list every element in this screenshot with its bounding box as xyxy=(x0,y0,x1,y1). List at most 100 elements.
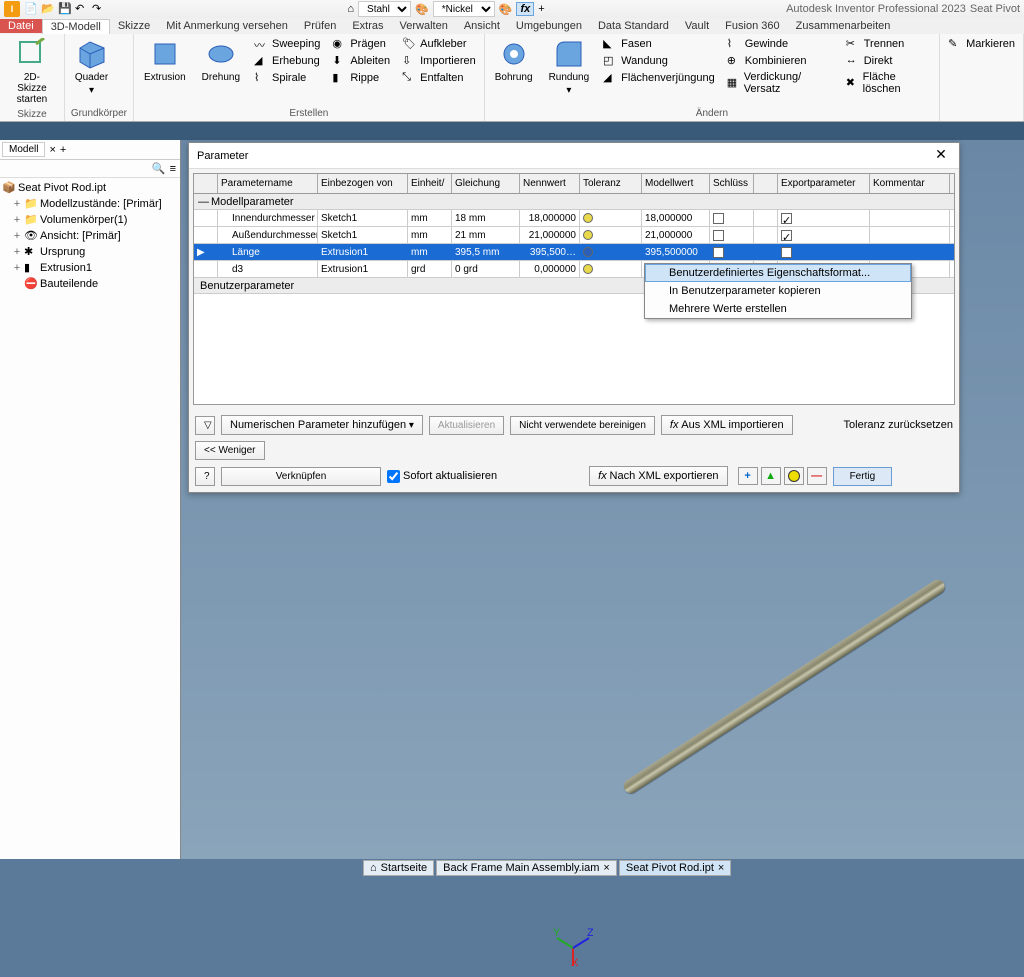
tree-origin[interactable]: +✱Ursprung xyxy=(2,244,178,260)
model-rod[interactable] xyxy=(621,577,1024,977)
coil-button[interactable]: ⌇Spirale xyxy=(252,70,322,86)
doc-tab-assembly[interactable]: Back Frame Main Assembly.iam× xyxy=(436,860,617,876)
close-tab-icon[interactable]: × xyxy=(49,144,55,156)
decal-button[interactable]: 🏷Aufkleber xyxy=(400,36,478,52)
col-modelvalue[interactable]: Modellwert xyxy=(642,174,710,193)
close-icon[interactable]: × xyxy=(603,862,609,874)
home-icon[interactable]: ⌂ xyxy=(347,3,354,15)
tree-solid-bodies[interactable]: +📁Volumenkörper(1) xyxy=(2,212,178,228)
thread-button[interactable]: ⌇Gewinde xyxy=(725,36,836,52)
doc-tab-part[interactable]: Seat Pivot Rod.ipt× xyxy=(619,860,732,876)
redo-icon[interactable]: ↷ xyxy=(92,2,106,16)
param-row[interactable]: InnendurchmesserSketch1mm18 mm18,0000001… xyxy=(194,210,954,227)
tree-extrusion1[interactable]: +▮Extrusion1 xyxy=(2,260,178,276)
col-export-icon[interactable] xyxy=(754,174,778,193)
cm-make-multi-value[interactable]: Mehrere Werte erstellen xyxy=(645,300,911,318)
tab-view[interactable]: Ansicht xyxy=(456,19,508,33)
filter-button[interactable]: ▽ xyxy=(195,416,215,435)
tab-environments[interactable]: Umgebungen xyxy=(508,19,590,33)
less-button[interactable]: << Weniger xyxy=(195,441,265,460)
col-equation[interactable]: Gleichung xyxy=(452,174,520,193)
done-button[interactable]: Fertig xyxy=(833,467,893,486)
section-model-params[interactable]: —Modellparameter xyxy=(194,194,954,210)
col-exportparam[interactable]: Exportparameter xyxy=(778,174,870,193)
box-button[interactable]: Quader▾ xyxy=(71,36,112,98)
tol-circle-icon[interactable] xyxy=(784,467,804,485)
tab-vault[interactable]: Vault xyxy=(677,19,717,33)
hole-button[interactable]: Bohrung xyxy=(491,36,537,85)
browser-tab-model[interactable]: Modell xyxy=(2,142,45,157)
tol-minus-icon[interactable]: — xyxy=(807,467,827,485)
color-swatch-icon-2[interactable]: 🎨 xyxy=(499,3,513,16)
rib-button[interactable]: ▮Rippe xyxy=(330,70,392,86)
tol-plus-icon[interactable]: + xyxy=(738,467,758,485)
emboss-button[interactable]: ◉Prägen xyxy=(330,36,392,52)
tab-data-standard[interactable]: Data Standard xyxy=(590,19,677,33)
tab-3d-model[interactable]: 3D-Modell xyxy=(42,19,110,34)
extrude-button[interactable]: Extrusion xyxy=(140,36,190,85)
tab-file[interactable]: Datei xyxy=(0,19,42,33)
chamfer-button[interactable]: ◣Fasen xyxy=(601,36,717,52)
help-button[interactable]: ? xyxy=(195,467,215,486)
search-icon[interactable]: 🔍 xyxy=(152,162,166,175)
col-nominal[interactable]: Nennwert xyxy=(520,174,580,193)
plus-icon[interactable]: + xyxy=(538,3,544,15)
tab-collaborate[interactable]: Zusammenarbeiten xyxy=(788,19,899,33)
col-unit[interactable]: Einheit/ xyxy=(408,174,452,193)
export-xml-button[interactable]: fx Nach XML exportieren xyxy=(589,466,727,486)
delete-face-button[interactable]: ✖Fläche löschen xyxy=(844,70,933,96)
fillet-button[interactable]: Rundung▾ xyxy=(545,36,594,98)
tree-view[interactable]: +👁Ansicht: [Primär] xyxy=(2,228,178,244)
sweep-button[interactable]: 〰Sweeping xyxy=(252,36,322,52)
dialog-close-button[interactable]: ✕ xyxy=(931,146,951,166)
tree-root[interactable]: 📦Seat Pivot Rod.ipt xyxy=(2,180,178,196)
new-icon[interactable]: 📄 xyxy=(24,2,38,16)
fx-parameters-button[interactable]: fx xyxy=(516,2,534,16)
draft-button[interactable]: ◢Flächenverjüngung xyxy=(601,70,717,86)
tab-manage[interactable]: Verwalten xyxy=(392,19,456,33)
col-parametername[interactable]: Parametername xyxy=(218,174,318,193)
import-xml-button[interactable]: fx Aus XML importieren xyxy=(661,415,793,435)
thicken-button[interactable]: ▦Verdickung/ Versatz xyxy=(725,70,836,96)
loft-button[interactable]: ◢Erhebung xyxy=(252,53,322,69)
tab-annotate[interactable]: Mit Anmerkung versehen xyxy=(158,19,296,33)
auto-refresh-checkbox[interactable]: Sofort aktualisieren xyxy=(387,470,497,483)
doc-tab-home[interactable]: ⌂Startseite xyxy=(363,860,434,876)
material-dropdown-1[interactable]: Stahl xyxy=(358,1,411,17)
mark-button[interactable]: ✎Markieren xyxy=(946,36,1017,52)
material-dropdown-2[interactable]: *Nickel xyxy=(433,1,495,17)
refresh-button[interactable]: Aktualisieren xyxy=(429,416,504,435)
param-row[interactable]: AußendurchmesserSketch1mm21 mm21,0000002… xyxy=(194,227,954,244)
revolve-button[interactable]: Drehung xyxy=(198,36,244,85)
combine-button[interactable]: ⊕Kombinieren xyxy=(725,53,836,69)
save-icon[interactable]: 💾 xyxy=(58,2,72,16)
open-icon[interactable]: 📂 xyxy=(41,2,55,16)
start-2d-sketch-button[interactable]: 2D-Skizze starten xyxy=(6,36,58,107)
purge-unused-button[interactable]: Nicht verwendete bereinigen xyxy=(510,416,655,435)
close-icon[interactable]: × xyxy=(718,862,724,874)
split-button[interactable]: ✂Trennen xyxy=(844,36,933,52)
link-button[interactable]: Verknüpfen xyxy=(221,467,381,486)
param-row[interactable]: ▶LängeExtrusion1mm395,5 mm395,500…395,50… xyxy=(194,244,954,261)
tab-fusion360[interactable]: Fusion 360 xyxy=(717,19,787,33)
cm-custom-property-format[interactable]: Benutzerdefiniertes Eigenschaftsformat..… xyxy=(645,264,911,282)
tab-tools[interactable]: Extras xyxy=(344,19,391,33)
col-comment[interactable]: Kommentar xyxy=(870,174,950,193)
tab-sketch[interactable]: Skizze xyxy=(110,19,158,33)
add-numeric-param-button[interactable]: Numerischen Parameter hinzufügen ▾ xyxy=(221,415,423,435)
shell-button[interactable]: ◰Wandung xyxy=(601,53,717,69)
col-key[interactable]: Schlüss xyxy=(710,174,754,193)
tree-end-of-part[interactable]: ⛔Bauteilende xyxy=(2,276,178,292)
col-consumedby[interactable]: Einbezogen von xyxy=(318,174,408,193)
tol-triangle-icon[interactable]: ▲ xyxy=(761,467,781,485)
cm-copy-to-user-param[interactable]: In Benutzerparameter kopieren xyxy=(645,282,911,300)
col-tolerance[interactable]: Toleranz xyxy=(580,174,642,193)
import-button[interactable]: ⇩Importieren xyxy=(400,53,478,69)
derive-button[interactable]: ⬇Ableiten xyxy=(330,53,392,69)
menu-icon[interactable]: ≡ xyxy=(170,163,176,175)
undo-icon[interactable]: ↶ xyxy=(75,2,89,16)
direct-button[interactable]: ↔Direkt xyxy=(844,53,933,69)
color-swatch-icon[interactable]: 🎨 xyxy=(415,3,429,16)
tree-model-states[interactable]: +📁Modellzustände: [Primär] xyxy=(2,196,178,212)
add-tab-icon[interactable]: + xyxy=(60,144,66,156)
